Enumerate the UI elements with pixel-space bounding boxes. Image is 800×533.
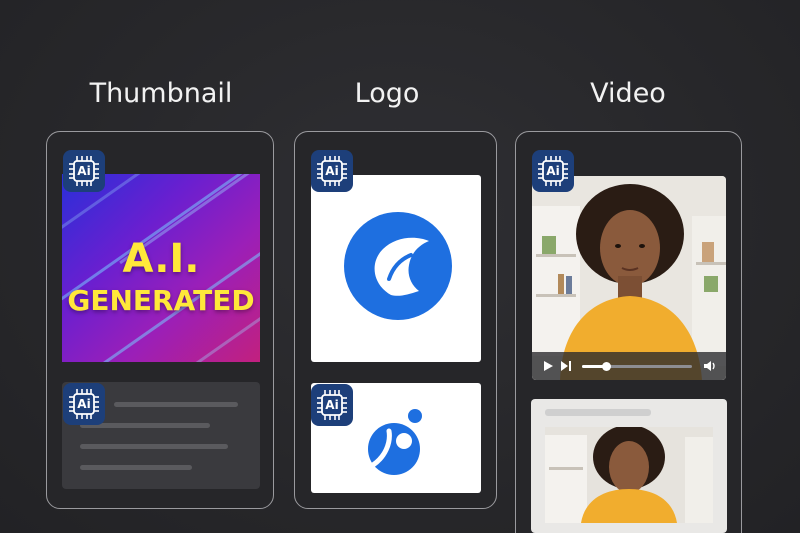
ai-badge-logo-large: Ai	[311, 150, 353, 192]
ai-badge-thumbnail: Ai	[63, 150, 105, 192]
woman-portrait-video-still	[532, 176, 726, 380]
skip-next-icon[interactable]	[560, 360, 572, 372]
ai-badge-text-card: Ai	[63, 383, 105, 425]
video-player[interactable]	[532, 176, 726, 380]
text-line	[80, 444, 228, 449]
ai-badge-video: Ai	[532, 150, 574, 192]
ai-badge-label: Ai	[325, 164, 339, 178]
play-icon[interactable]	[542, 360, 554, 372]
column-title-video: Video	[590, 78, 666, 109]
video-progress-handle[interactable]	[602, 362, 612, 371]
column-title-logo: Logo	[354, 78, 420, 109]
ai-badge-logo-small: Ai	[311, 384, 353, 426]
text-line	[80, 465, 192, 470]
ai-badge-label: Ai	[77, 164, 91, 178]
thumbnail-headline-line2: GENERATED	[67, 284, 255, 317]
thumbnail-headline-line1: A.I.	[122, 236, 200, 282]
ai-generated-thumbnail-image[interactable]: A.I. GENERATED	[62, 174, 260, 362]
woman-portrait-video-thumbnail	[545, 427, 713, 523]
volume-icon[interactable]	[703, 360, 717, 372]
video-progress-track[interactable]	[582, 362, 692, 371]
text-line	[114, 402, 238, 407]
ai-badge-label: Ai	[77, 397, 91, 411]
placeholder-title-bar	[545, 409, 651, 416]
column-title-thumbnail: Thumbnail	[89, 78, 233, 109]
ai-badge-label: Ai	[325, 398, 339, 412]
brand-logo-large-icon	[344, 212, 452, 320]
logo-card-large[interactable]	[311, 175, 481, 362]
video-controls-bar	[532, 352, 726, 380]
video-card-secondary[interactable]	[531, 399, 727, 533]
ai-badge-label: Ai	[546, 164, 560, 178]
